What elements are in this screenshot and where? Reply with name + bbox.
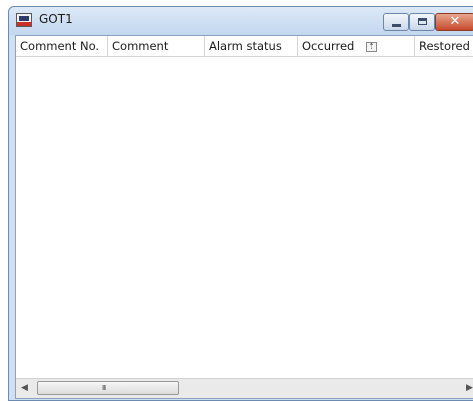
column-label: Comment No. bbox=[20, 39, 100, 53]
maximize-icon bbox=[418, 18, 427, 25]
maximize-button[interactable] bbox=[409, 13, 435, 31]
grip-icon: III bbox=[102, 384, 106, 392]
chevron-right-icon: ▶ bbox=[466, 383, 473, 393]
got1-window: GOT1 ✕ Comment No. Comment Alarm status … bbox=[8, 6, 473, 401]
column-label: Restored bbox=[419, 39, 470, 53]
minimize-icon bbox=[392, 24, 401, 27]
column-header-occurred[interactable]: Occurred ⇡ bbox=[298, 36, 415, 56]
alarm-list-body[interactable] bbox=[16, 57, 473, 378]
scroll-left-button[interactable]: ◀ bbox=[16, 379, 33, 398]
window-title: GOT1 bbox=[39, 12, 73, 26]
sort-indicator-icon: ⇡ bbox=[366, 41, 378, 52]
scroll-right-button[interactable]: ▶ bbox=[461, 379, 473, 398]
column-label: Alarm status bbox=[209, 39, 282, 53]
column-header-comment-no[interactable]: Comment No. bbox=[16, 36, 108, 56]
column-header-alarm-status[interactable]: Alarm status bbox=[205, 36, 298, 56]
minimize-button[interactable] bbox=[383, 13, 409, 31]
column-header-comment[interactable]: Comment bbox=[108, 36, 205, 56]
list-header: Comment No. Comment Alarm status Occurre… bbox=[16, 36, 473, 57]
scrollbar-thumb[interactable]: III bbox=[37, 381, 179, 395]
chevron-left-icon: ◀ bbox=[21, 383, 28, 393]
horizontal-scrollbar[interactable]: ◀ III ▶ bbox=[16, 378, 473, 398]
got-app-icon bbox=[16, 13, 32, 27]
column-header-restored[interactable]: Restored bbox=[415, 36, 473, 56]
column-label: Occurred bbox=[302, 39, 355, 53]
column-label: Comment bbox=[112, 39, 169, 53]
close-button[interactable]: ✕ bbox=[435, 13, 473, 31]
alarm-list-view: Comment No. Comment Alarm status Occurre… bbox=[15, 35, 473, 399]
close-icon: ✕ bbox=[449, 14, 461, 29]
title-bar[interactable]: GOT1 ✕ bbox=[9, 7, 473, 35]
